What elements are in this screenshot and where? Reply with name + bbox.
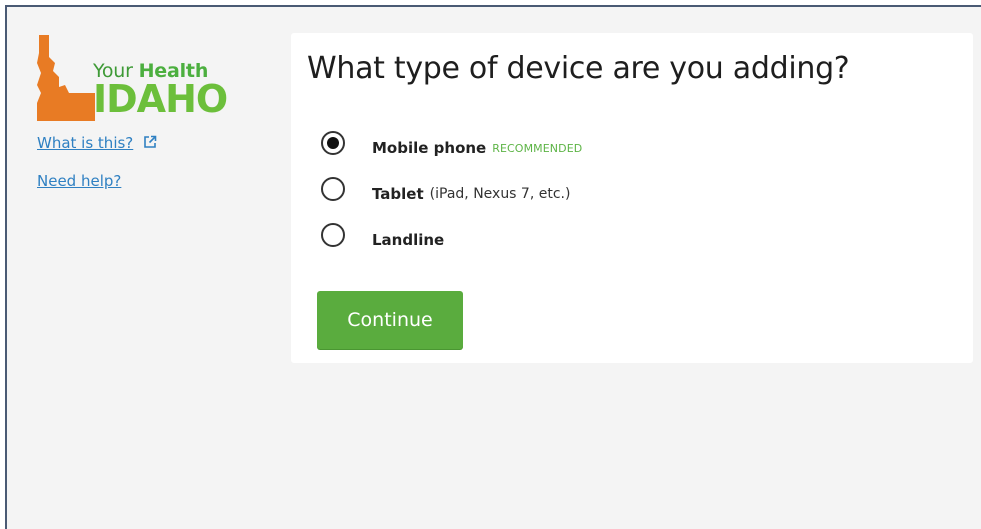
external-link-icon[interactable] — [143, 134, 157, 153]
what-is-this-link[interactable]: What is this? — [37, 134, 133, 152]
recommended-badge: RECOMMENDED — [492, 142, 583, 155]
option-label: Mobile phone — [372, 139, 487, 157]
what-is-this-row: What is this? — [37, 133, 157, 153]
continue-button[interactable]: Continue — [317, 291, 463, 349]
radio-mobile-phone[interactable] — [321, 131, 345, 155]
option-landline[interactable]: Landline — [321, 221, 444, 249]
option-note: (iPad, Nexus 7, etc.) — [429, 186, 571, 202]
page-title: What type of device are you adding? — [307, 51, 850, 86]
radio-tablet[interactable] — [321, 177, 345, 201]
option-tablet[interactable]: Tablet (iPad, Nexus 7, etc.) — [321, 175, 570, 203]
option-label: Tablet — [372, 185, 424, 203]
logo-idaho-text: IDAHO — [93, 77, 228, 121]
sidebar: Your Health IDAHO What is this? Need hel… — [35, 33, 265, 190]
page-frame: Your Health IDAHO What is this? Need hel… — [5, 5, 981, 529]
need-help-link[interactable]: Need help? — [37, 172, 121, 190]
idaho-state-icon — [37, 35, 95, 121]
radio-landline[interactable] — [321, 223, 345, 247]
device-type-card: What type of device are you adding? Mobi… — [291, 33, 973, 363]
your-health-idaho-logo: Your Health IDAHO — [35, 33, 255, 123]
need-help-row: Need help? — [37, 171, 121, 190]
option-mobile-phone[interactable]: Mobile phone RECOMMENDED — [321, 129, 582, 157]
option-label: Landline — [372, 231, 445, 249]
